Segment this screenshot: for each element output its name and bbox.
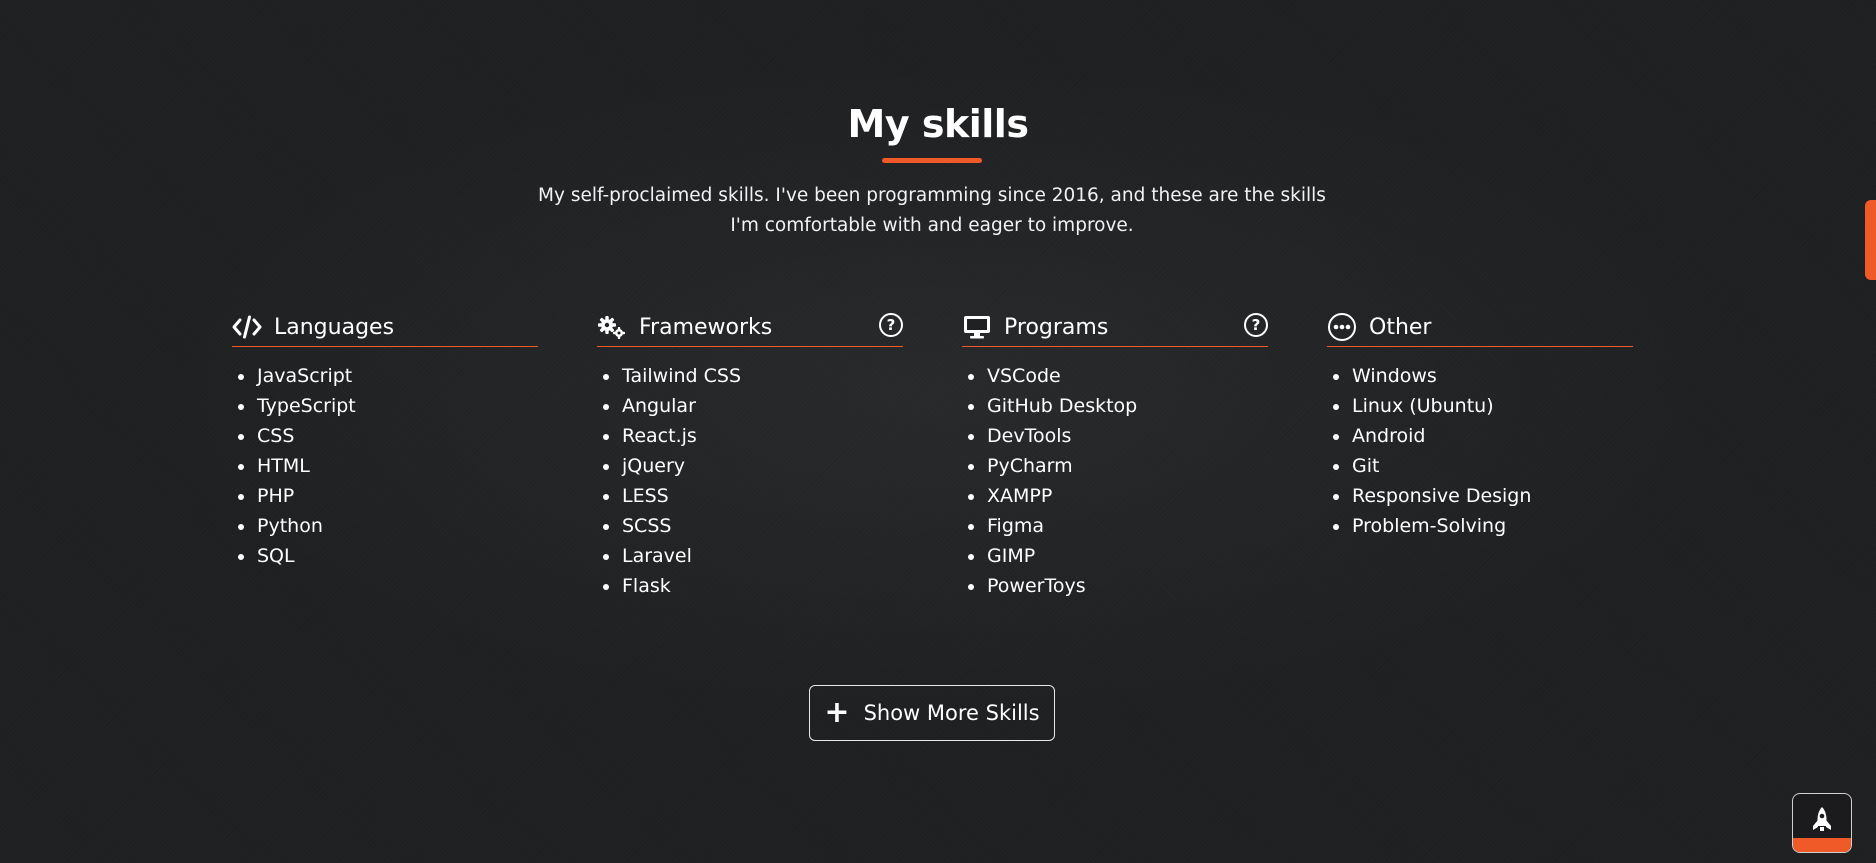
list-item: JavaScript [232,361,538,391]
list-item: GitHub Desktop [962,391,1268,421]
list-item: VSCode [962,361,1268,391]
list-item: PowerToys [962,571,1268,601]
skills-list: JavaScript TypeScript CSS HTML PHP Pytho… [232,361,538,571]
list-item: SQL [232,541,538,571]
show-more-skills-button[interactable]: + Show More Skills [809,685,1055,741]
section-title: My skills [847,102,1029,146]
ellipsis-circle-icon [1327,313,1357,341]
list-item: XAMPP [962,481,1268,511]
column-title: Languages [274,314,395,340]
list-item: HTML [232,451,538,481]
column-title: Other [1369,314,1432,340]
list-item: CSS [232,421,538,451]
skills-column-languages: Languages JavaScript TypeScript CSS HTML… [232,308,538,571]
desktop-icon [962,313,992,341]
rocket-icon [1810,806,1834,840]
gears-icon [597,313,627,341]
show-more-label: Show More Skills [863,701,1040,725]
list-item: Tailwind CSS [597,361,903,391]
list-item: Responsive Design [1327,481,1633,511]
list-item: LESS [597,481,903,511]
column-header: Frameworks ? [597,308,903,347]
skills-column-other: Other Windows Linux (Ubuntu) Android Git… [1327,308,1633,541]
list-item: Laravel [597,541,903,571]
list-item: Angular [597,391,903,421]
help-icon[interactable]: ? [879,313,903,337]
column-title: Programs [1004,314,1109,340]
list-item: SCSS [597,511,903,541]
list-item: Android [1327,421,1633,451]
section-subtitle: My self-proclaimed skills. I've been pro… [538,185,1326,236]
skills-list: Tailwind CSS Angular React.js jQuery LES… [597,361,903,601]
skills-list: Windows Linux (Ubuntu) Android Git Respo… [1327,361,1633,541]
list-item: PHP [232,481,538,511]
skills-column-programs: Programs ? VSCode GitHub Desktop DevTool… [962,308,1268,601]
list-item: GIMP [962,541,1268,571]
title-underline [882,158,982,163]
help-icon[interactable]: ? [1244,313,1268,337]
list-item: PyCharm [962,451,1268,481]
skills-column-frameworks: Frameworks ? Tailwind CSS Angular React.… [597,308,903,601]
list-item: Windows [1327,361,1633,391]
scroll-to-top-button[interactable] [1792,793,1852,853]
list-item: React.js [597,421,903,451]
scrollbar-thumb[interactable] [1865,200,1876,280]
list-item: TypeScript [232,391,538,421]
list-item: Flask [597,571,903,601]
list-item: Linux (Ubuntu) [1327,391,1633,421]
plus-icon: + [824,695,850,730]
column-header: Programs ? [962,308,1268,347]
list-item: jQuery [597,451,903,481]
list-item: Git [1327,451,1633,481]
list-item: DevTools [962,421,1268,451]
list-item: Python [232,511,538,541]
column-title: Frameworks [639,314,773,340]
column-header: Other [1327,308,1633,347]
list-item: Figma [962,511,1268,541]
column-header: Languages [232,308,538,347]
code-icon [232,313,262,341]
skills-list: VSCode GitHub Desktop DevTools PyCharm X… [962,361,1268,601]
list-item: Problem-Solving [1327,511,1633,541]
